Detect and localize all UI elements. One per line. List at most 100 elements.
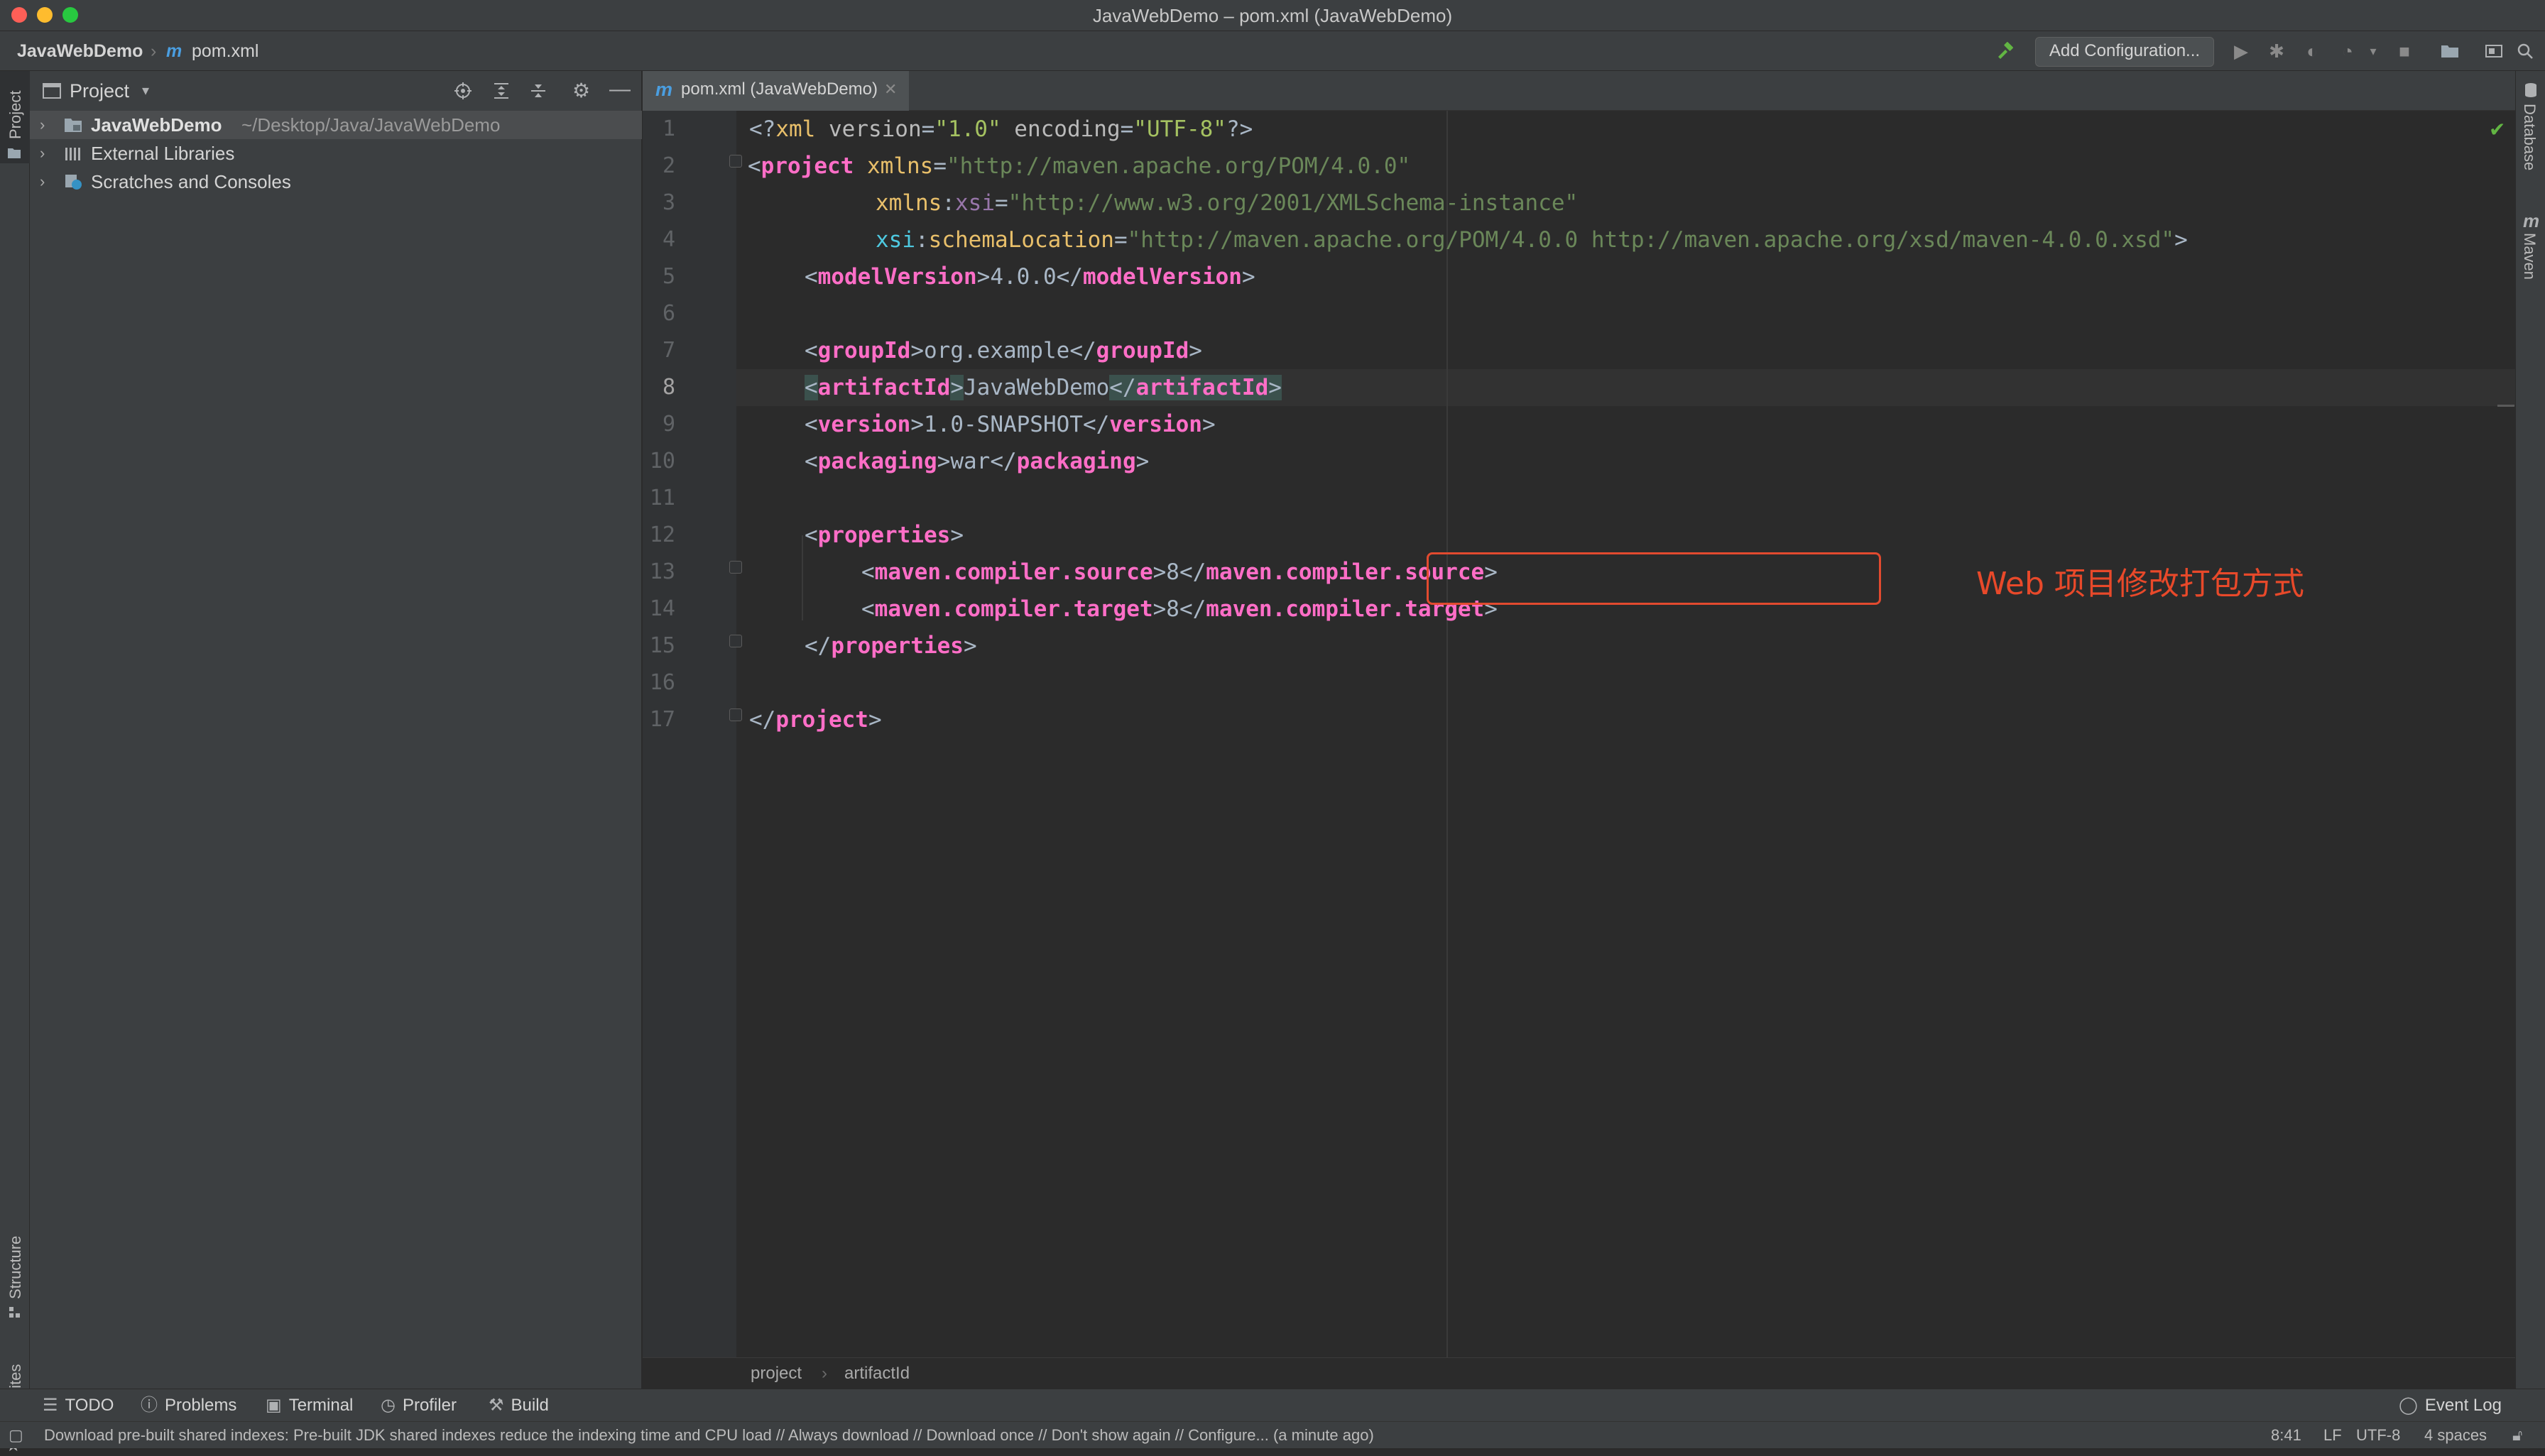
nav-project-crumb[interactable]: JavaWebDemo	[17, 31, 143, 71]
debug-icon[interactable]: ✱	[2265, 40, 2288, 62]
presentation-icon[interactable]	[2483, 40, 2505, 62]
line-number: 15	[649, 633, 675, 658]
maven-file-icon: m	[166, 41, 182, 61]
tab-maven[interactable]: m Maven	[2516, 210, 2545, 302]
stop-icon[interactable]: ■	[2393, 40, 2416, 62]
status-message[interactable]: Download pre-built shared indexes: Pre-b…	[44, 1422, 1374, 1449]
crumb-project[interactable]: project	[751, 1358, 802, 1389]
line-number: 6	[662, 301, 675, 326]
code-line: <modelVersion>4.0.0</modelVersion>	[805, 264, 1255, 290]
chevron-right-icon[interactable]: ›	[40, 168, 45, 196]
chevron-right-icon[interactable]: ›	[40, 139, 45, 168]
terminal-icon: ▣	[266, 1396, 282, 1415]
crumb-artifactid[interactable]: artifactId	[844, 1358, 910, 1389]
scratches-icon	[65, 175, 82, 190]
line-number: 12	[649, 522, 675, 547]
project-panel: Project ▾ ⚙ — › JavaWebDemo ~/Desktop/Ja…	[30, 71, 642, 1389]
fold-marker[interactable]	[729, 708, 742, 721]
indent-setting[interactable]: 4 spaces	[2424, 1422, 2487, 1449]
tree-item-external-libraries[interactable]: › External Libraries	[30, 139, 642, 168]
coverage-icon[interactable]: ◐	[2301, 40, 2323, 62]
add-configuration-button[interactable]: Add Configuration...	[2035, 37, 2214, 67]
status-toggle-icon[interactable]: ▢	[9, 1422, 23, 1449]
folder-icon	[65, 119, 82, 132]
hammer-icon: ⚒	[489, 1396, 504, 1415]
line-number: 2	[662, 153, 675, 178]
code-editor[interactable]: 1 2 3 4 5 6 7 8 9 10 11 12 13 14 15 16 1…	[643, 111, 2515, 1357]
tree-item-path: ~/Desktop/Java/JavaWebDemo	[241, 114, 501, 136]
tree-item-label: Scratches and Consoles	[91, 171, 291, 192]
code-breadcrumb: project › artifactId	[643, 1357, 2515, 1389]
line-number: 9	[662, 412, 675, 437]
profiler-icon: ◷	[381, 1396, 396, 1415]
tool-event-log[interactable]: ◯ Event Log	[2399, 1389, 2502, 1422]
window-title: JavaWebDemo – pom.xml (JavaWebDemo)	[1092, 5, 1453, 26]
tab-project[interactable]: Project	[0, 71, 30, 163]
close-icon[interactable]: ✕	[884, 71, 897, 108]
code-line: <project xmlns="http://maven.apache.org/…	[748, 153, 1411, 179]
fold-marker[interactable]	[729, 155, 742, 168]
tool-build[interactable]: ⚒ Build	[489, 1389, 549, 1422]
code-line: <groupId>org.example</groupId>	[805, 338, 1202, 363]
hide-panel-icon[interactable]: —	[609, 71, 631, 108]
tree-item-label: JavaWebDemo	[91, 114, 222, 136]
caret-position[interactable]: 8:41	[2271, 1422, 2301, 1449]
line-number: 16	[649, 670, 675, 695]
tool-todo[interactable]: ☰ TODO	[43, 1389, 114, 1422]
line-number: 8	[662, 375, 675, 400]
chevron-down-icon[interactable]: ▾	[2362, 40, 2385, 62]
lock-icon[interactable]: 🔓︎	[2512, 1422, 2522, 1449]
library-icon	[65, 148, 80, 160]
tab-pom-xml[interactable]: m pom.xml (JavaWebDemo) ✕	[643, 71, 909, 114]
event-log-icon: ◯	[2399, 1396, 2418, 1415]
project-panel-header: Project ▾ ⚙ —	[30, 71, 642, 111]
project-view-icon	[43, 83, 61, 99]
line-number: 4	[662, 227, 675, 252]
status-bar: ▢ Download pre-built shared indexes: Pre…	[0, 1421, 2545, 1448]
chevron-right-icon: ›	[151, 41, 157, 61]
info-icon: ⓘ	[141, 1396, 158, 1415]
project-structure-icon[interactable]	[2438, 40, 2461, 62]
annotation-text: Web 项目修改打包方式	[1976, 566, 2304, 602]
tool-profiler[interactable]: ◷ Profiler	[381, 1389, 457, 1422]
search-icon[interactable]	[2514, 40, 2536, 62]
tree-item-scratches[interactable]: › Scratches and Consoles	[30, 168, 642, 196]
expand-all-icon[interactable]	[491, 81, 511, 101]
fold-marker[interactable]	[729, 561, 742, 574]
tab-label: pom.xml (JavaWebDemo)	[681, 80, 878, 99]
run-icon[interactable]: ▶	[2230, 40, 2252, 62]
profile-icon[interactable]: ◔	[2336, 40, 2359, 62]
tree-item-project-root[interactable]: › JavaWebDemo ~/Desktop/Java/JavaWebDemo	[30, 111, 642, 139]
build-hammer-icon[interactable]	[1994, 40, 2017, 62]
code-line: </project>	[749, 707, 882, 733]
navigation-bar: JavaWebDemo › m pom.xml Add Configuratio…	[0, 31, 2545, 71]
code-line: <maven.compiler.target>8</maven.compiler…	[861, 596, 1498, 622]
line-number: 5	[662, 264, 675, 289]
line-number: 10	[649, 449, 675, 474]
fold-marker[interactable]	[729, 635, 742, 647]
check-icon[interactable]: ✔	[2489, 118, 2505, 141]
line-number: 7	[662, 338, 675, 363]
file-encoding[interactable]: UTF-8	[2356, 1422, 2400, 1449]
collapse-all-icon[interactable]	[528, 81, 548, 101]
project-view-selector[interactable]: Project	[70, 71, 129, 111]
code-line: <?xml version="1.0" encoding="UTF-8"?>	[749, 116, 1253, 142]
tree-item-label: External Libraries	[91, 143, 235, 164]
code-line: <version>1.0-SNAPSHOT</version>	[805, 412, 1216, 437]
line-separator[interactable]: LF	[2323, 1422, 2342, 1449]
tab-database[interactable]: Database	[2516, 82, 2545, 196]
tool-terminal[interactable]: ▣ Terminal	[266, 1389, 353, 1422]
line-number: 17	[649, 707, 675, 732]
line-number: 11	[649, 486, 675, 510]
editor-tab-bar: m pom.xml (JavaWebDemo) ✕	[643, 71, 2515, 114]
code-line: <maven.compiler.source>8</maven.compiler…	[861, 559, 1498, 585]
gear-icon[interactable]: ⚙	[572, 71, 590, 111]
list-icon: ☰	[43, 1396, 58, 1415]
chevron-down-icon[interactable]: ▾	[142, 71, 149, 111]
nav-file-crumb[interactable]: pom.xml	[192, 31, 258, 71]
indent-guide	[802, 535, 803, 620]
locate-file-icon[interactable]	[453, 81, 473, 101]
chevron-right-icon[interactable]: ›	[40, 111, 45, 139]
tool-problems[interactable]: ⓘ Problems	[141, 1389, 236, 1422]
left-tool-strip: Project Structure Favorites ★	[0, 71, 30, 1455]
